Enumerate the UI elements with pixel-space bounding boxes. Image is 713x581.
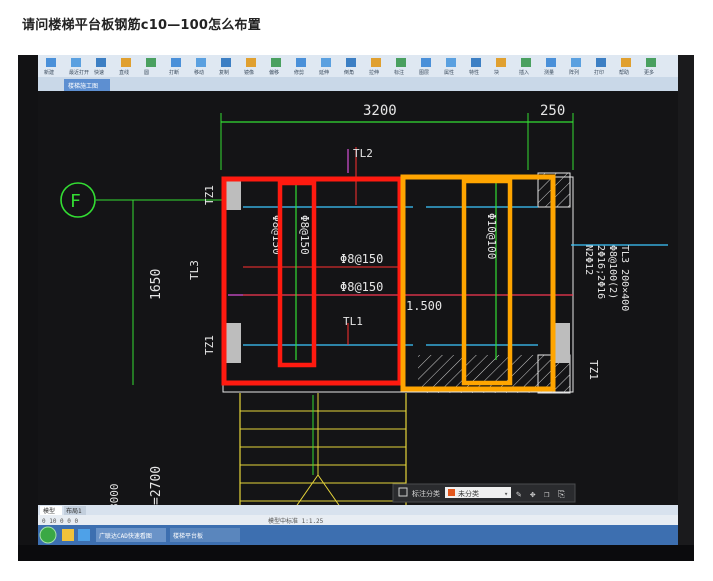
toolbar-icon[interactable] <box>596 58 606 67</box>
toolbar-icon[interactable] <box>146 58 156 67</box>
toolbar-label: 直线 <box>119 69 129 76</box>
toolbar-label: 新建 <box>44 69 54 76</box>
cad-screenshot: 新建 最近打开 快速 直线 圆 打断 移动 复制 镜像 偏移 修剪 延伸 倒角 拉伸 标注 图层 属性 特性 块 插入… <box>18 55 694 561</box>
paste-icon[interactable]: ⎘ <box>558 490 565 500</box>
toolbar-icon[interactable] <box>371 58 381 67</box>
column-tz1-top <box>225 180 241 210</box>
label-tl1: TL1 <box>343 315 363 328</box>
toolbar-icon[interactable] <box>346 58 356 67</box>
svg-text:Φ8@100(2): Φ8@100(2) <box>607 245 618 299</box>
svg-text:楼梯平台板: 楼梯平台板 <box>173 532 203 540</box>
rebar-label-h2: Φ8@150 <box>340 280 383 294</box>
float-label-category: 标注分类 <box>412 489 440 498</box>
rebar-label-v3: Φ10@100 <box>485 213 498 259</box>
dim-1650: 1650 <box>149 269 164 300</box>
toolbar-icon[interactable] <box>621 58 631 67</box>
svg-text:TZ1: TZ1 <box>587 360 600 380</box>
toolbar-label: 帮助 <box>619 69 629 76</box>
svg-text:模型: 模型 <box>43 507 55 515</box>
axis-label-f: F <box>70 191 81 212</box>
toolbar-label: 插入 <box>519 69 529 76</box>
svg-text:N2Φ12: N2Φ12 <box>583 245 594 275</box>
svg-text:布局1: 布局1 <box>66 507 82 515</box>
toolbar-icon[interactable] <box>221 58 231 67</box>
dim-250: 250 <box>540 103 565 119</box>
category-select-value: 未分类 <box>458 489 479 498</box>
toolbar-icon[interactable] <box>646 58 656 67</box>
start-button-icon[interactable] <box>39 526 57 544</box>
toolbar-label: 更多 <box>644 69 654 76</box>
toolbar-label: 拉伸 <box>369 69 379 76</box>
toolbar-icon[interactable] <box>521 58 531 67</box>
toolbar-icon[interactable] <box>471 58 481 67</box>
toolbar-label: 特性 <box>469 69 479 76</box>
folder-icon[interactable] <box>62 529 74 541</box>
toolbar-icon[interactable] <box>321 58 331 67</box>
svg-text:TZ1: TZ1 <box>203 335 216 355</box>
status-message: 模型中标准 1:1.25 <box>268 517 324 525</box>
toolbar-label: 偏移 <box>269 69 279 76</box>
float-toolbar[interactable]: 标注分类 未分类 ▾ ✎ ✥ ❐ ⎘ <box>392 483 576 503</box>
column-tz1-bottom <box>225 323 241 363</box>
question-title: 请问楼梯平台板钢筋c10—100怎么布置 <box>22 18 261 33</box>
toolbar-icon[interactable] <box>271 58 281 67</box>
toolbar-icon[interactable] <box>96 58 106 67</box>
toolbar-label: 测量 <box>544 69 554 76</box>
copy-icon[interactable]: ❐ <box>544 490 550 500</box>
label-tl3-left: TL3 <box>188 260 201 280</box>
toolbar-label: 修剪 <box>294 69 304 76</box>
move-icon[interactable]: ✥ <box>530 490 536 500</box>
toolbar-icon[interactable] <box>546 58 556 67</box>
svg-text:TL3 200×400: TL3 200×400 <box>619 245 630 311</box>
toolbar-icon[interactable] <box>396 58 406 67</box>
toolbar-icon[interactable] <box>296 58 306 67</box>
toolbar-label: 图层 <box>419 70 429 76</box>
elevation-label: 1.500 <box>406 299 442 313</box>
toolbar-label: 打断 <box>169 69 179 76</box>
toolbar-icon[interactable] <box>196 58 206 67</box>
label-tl2: TL2 <box>353 147 373 160</box>
toolbar-label: 快速 <box>94 69 104 76</box>
toolbar-label: 延伸 <box>319 69 329 76</box>
toolbar-icon[interactable] <box>71 58 81 67</box>
toolbar-label: 最近打开 <box>69 69 89 76</box>
ie-icon[interactable] <box>78 529 90 541</box>
dim-3200: 3200 <box>363 103 397 119</box>
toolbar-label: 阵列 <box>569 69 579 76</box>
dim-2700: =2700 <box>149 466 164 505</box>
status-bar <box>38 515 678 525</box>
column-tz1-right <box>554 323 570 363</box>
toolbar-icon[interactable] <box>121 58 131 67</box>
toolbar-label: 标注 <box>394 69 404 76</box>
toolbar-label: 移动 <box>194 69 204 76</box>
rebar-label-h1: Φ8@150 <box>340 252 383 266</box>
edit-icon[interactable]: ✎ <box>516 490 522 500</box>
status-coords: 0 10 0 0 0 <box>42 518 79 525</box>
toolbar-icon[interactable] <box>246 58 256 67</box>
toolbar-label: 复制 <box>219 69 229 76</box>
screen-photo: 新建 最近打开 快速 直线 圆 打断 移动 复制 镜像 偏移 修剪 延伸 倒角 拉伸 标注 图层 属性 特性 块 插入… <box>18 55 694 561</box>
toolbar-label: 圆 <box>144 70 149 76</box>
tab-strip <box>38 77 678 91</box>
color-swatch-icon <box>448 489 455 496</box>
toolbar-icon[interactable] <box>171 58 181 67</box>
rebar-label-v2: Φ8@150 <box>298 215 311 255</box>
toolbar-icon[interactable] <box>446 58 456 67</box>
svg-text:广联达CAD快速看图: 广联达CAD快速看图 <box>99 532 152 540</box>
toolbar-label: 块 <box>494 69 499 76</box>
toolbar-label: 打印 <box>594 69 604 76</box>
toolbar-label: 属性 <box>444 69 454 76</box>
toolbar-label: 镜像 <box>244 69 254 76</box>
toolbar-icon[interactable] <box>421 58 431 67</box>
svg-text:2Φ16;2Φ16: 2Φ16;2Φ16 <box>595 245 606 299</box>
toolbar-icon[interactable] <box>496 58 506 67</box>
file-tab-label: 楼梯施工图 <box>68 82 98 90</box>
chevron-down-icon: ▾ <box>504 490 508 498</box>
ribbon <box>38 55 678 77</box>
svg-text:TZ1: TZ1 <box>203 185 216 205</box>
toolbar-icon[interactable] <box>571 58 581 67</box>
toolbar-icon[interactable] <box>46 58 56 67</box>
toolbar-label: 倒角 <box>344 69 354 76</box>
